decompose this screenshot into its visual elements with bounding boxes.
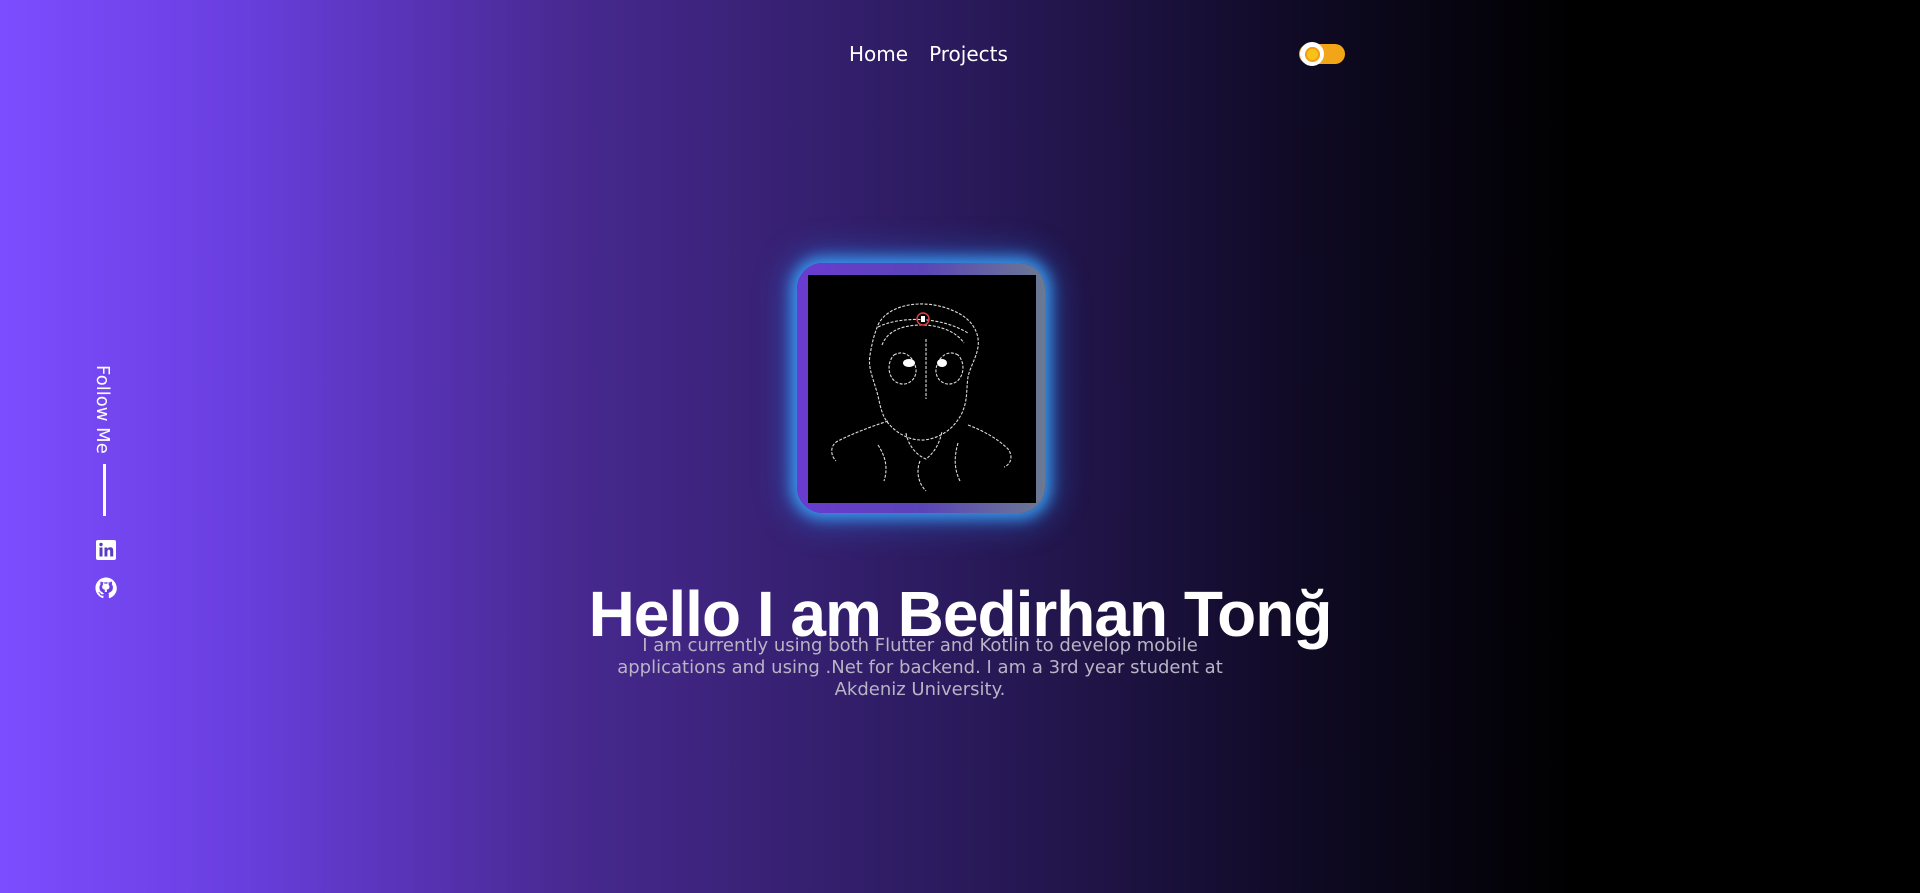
nav-home-link[interactable]: Home [849, 42, 908, 66]
sun-icon [1304, 46, 1320, 62]
follow-divider [103, 464, 106, 516]
follow-me-label: Follow Me [92, 365, 113, 454]
toggle-knob [1300, 42, 1324, 66]
follow-me-section: Follow Me [92, 365, 120, 455]
theme-toggle[interactable] [1299, 42, 1345, 66]
avatar [808, 275, 1036, 503]
linkedin-icon[interactable] [95, 539, 117, 561]
hero-description: I am currently using both Flutter and Ko… [617, 635, 1223, 700]
top-nav: Home Projects [849, 42, 1008, 66]
nav-projects-link[interactable]: Projects [929, 42, 1008, 66]
avatar-frame [797, 263, 1045, 513]
